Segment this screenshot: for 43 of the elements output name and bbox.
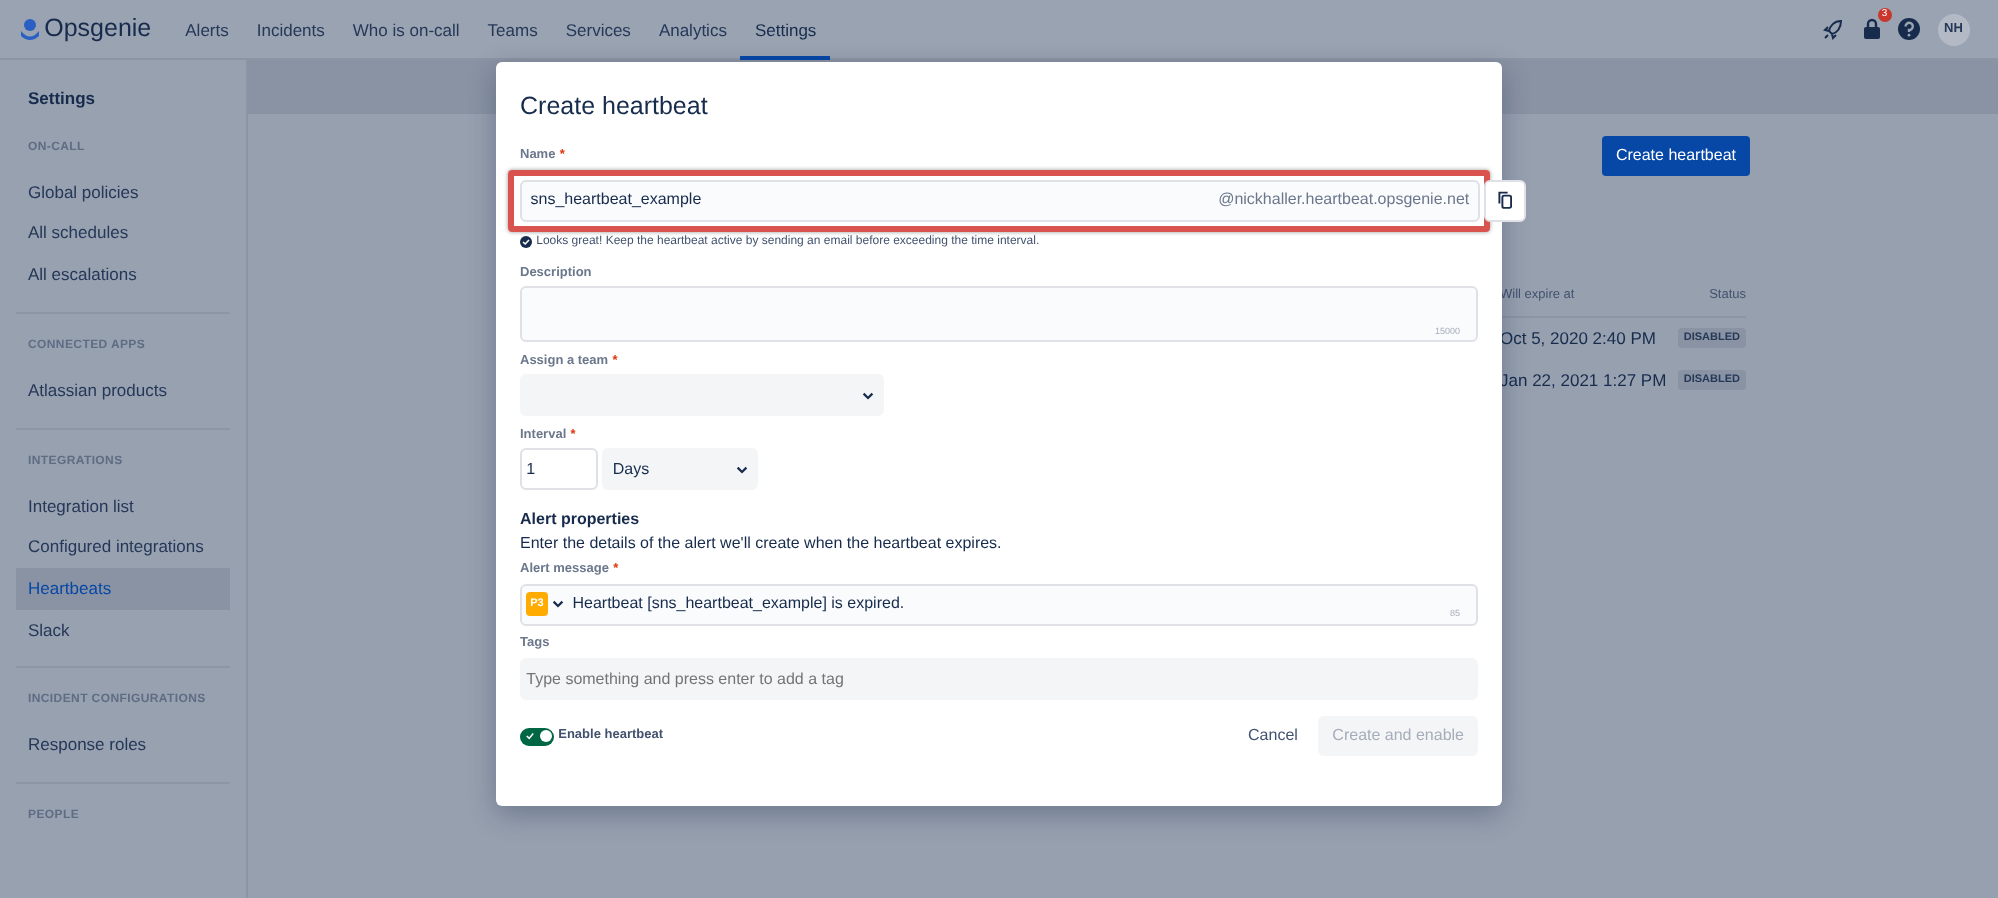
chevron-down-icon <box>551 600 564 609</box>
alert-message-value: Heartbeat [sns_heartbeat_example] is expired. <box>572 592 905 617</box>
section-heading: Alert properties <box>520 507 642 532</box>
sidebar-item[interactable]: Global policies <box>16 171 230 213</box>
sidebar-title: Settings <box>26 86 98 112</box>
name-value: sns_heartbeat_example <box>530 188 702 212</box>
sidebar-item[interactable]: Configured integrations <box>16 526 230 568</box>
sidebar-item[interactable]: All schedules <box>16 212 230 255</box>
name-field[interactable]: sns_heartbeat_example @nickhaller.heartbeat.opsgenie.net <box>520 179 1480 221</box>
copy-icon <box>1498 190 1512 210</box>
check-icon <box>526 732 534 741</box>
logo-text: Opsgenie <box>44 12 152 47</box>
table-cell-text: Jan 22, 2021 1:27 PM <box>1500 367 1667 394</box>
create-heartbeat-button[interactable]: Create heartbeat <box>1601 136 1750 176</box>
nav-tab[interactable]: Alerts <box>171 0 243 59</box>
sidebar-item[interactable]: Heartbeats <box>16 567 230 610</box>
enable-toggle[interactable] <box>520 727 554 746</box>
rocket-icon[interactable] <box>1822 18 1845 40</box>
unit-select[interactable]: Days <box>602 448 759 491</box>
sidebar-item[interactable]: Integration list <box>16 485 230 527</box>
interval-field[interactable]: 1 <box>520 448 598 491</box>
copy-button[interactable] <box>1484 179 1526 221</box>
tags-field[interactable]: Type something and press enter to add a tag <box>520 657 1478 700</box>
logo-icon <box>20 17 40 41</box>
sidebar-item[interactable]: Slack <box>16 609 230 651</box>
nav-tab[interactable]: Teams <box>473 0 552 59</box>
sidebar-item[interactable]: All escalations <box>16 254 230 296</box>
lock-icon[interactable] <box>1861 18 1882 40</box>
email-suffix: @nickhaller.heartbeat.opsgenie.net <box>1218 188 1470 212</box>
help-icon[interactable] <box>1898 18 1921 40</box>
nav-tab[interactable]: Analytics <box>644 0 741 59</box>
sidebar-item[interactable]: Response roles <box>16 724 230 766</box>
modal-title: Create heartbeat <box>520 90 710 124</box>
cancel-button[interactable]: Cancel <box>1236 716 1310 757</box>
chevron-down-icon <box>861 391 874 400</box>
section-description: Enter the details of the alert we'll create when the heartbeat expires. <box>520 531 1004 556</box>
check-circle-icon <box>520 236 532 248</box>
nav-tab[interactable]: Incidents <box>242 0 339 59</box>
nav-tab[interactable]: Services <box>551 0 645 59</box>
sidebar-item[interactable]: Atlassian products <box>16 369 230 411</box>
unit-value: Days <box>612 457 650 482</box>
nav-tab[interactable]: Who is on-call <box>338 0 474 59</box>
chevron-down-icon <box>735 465 748 474</box>
